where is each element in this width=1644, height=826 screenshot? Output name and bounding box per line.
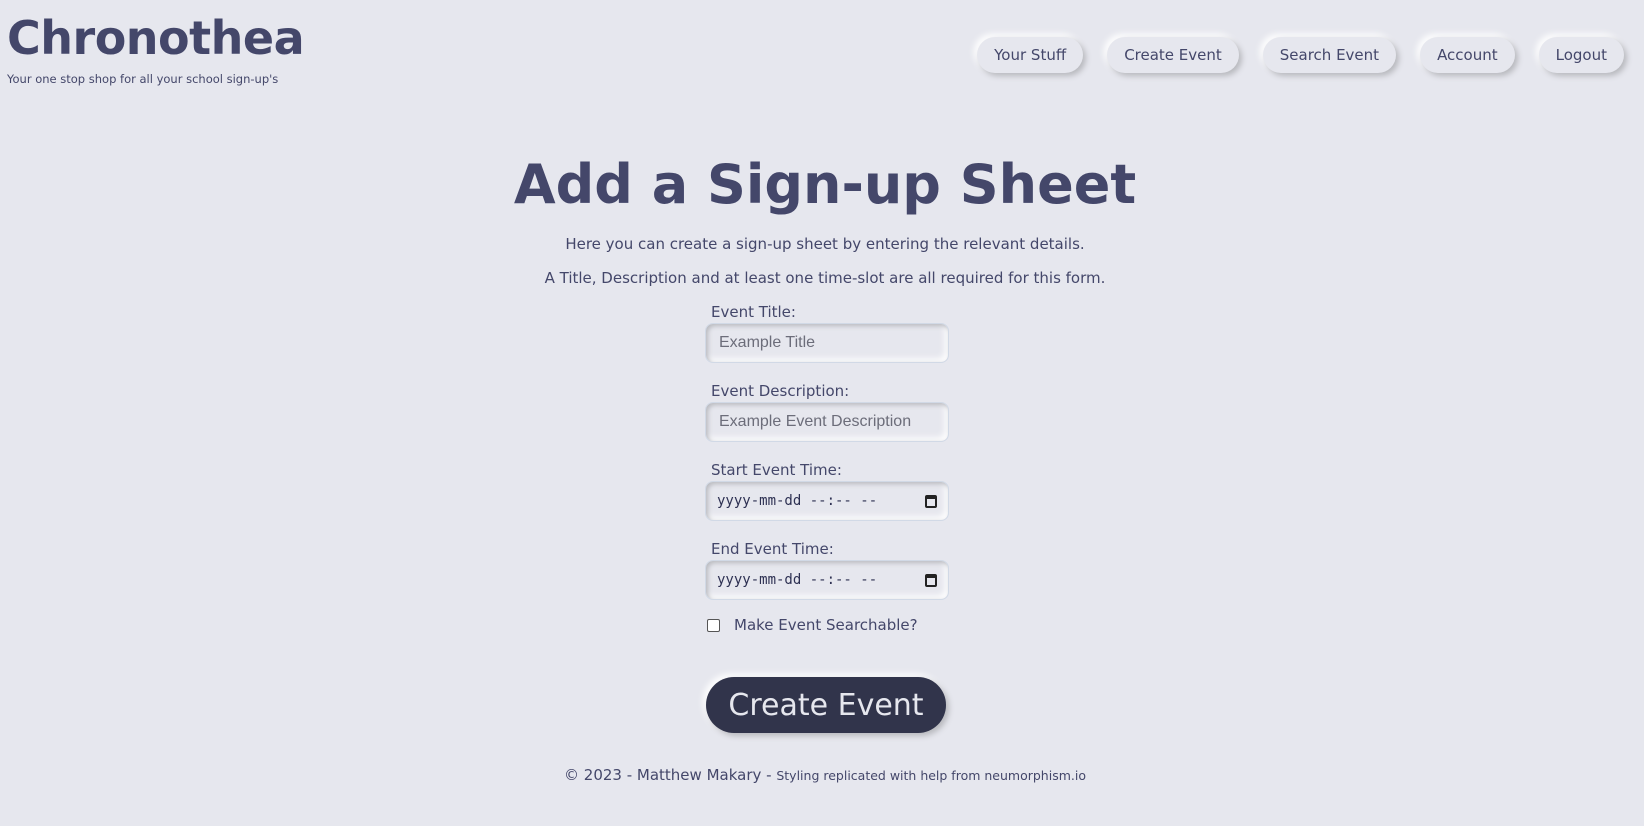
nav-search-event-button[interactable]: Search Event: [1262, 37, 1397, 73]
footer-credit: Styling replicated with help from neumor…: [776, 768, 1086, 783]
brand: Chronothea Your one stop shop for all yo…: [7, 8, 305, 86]
event-description-field: [705, 402, 949, 442]
event-title-field: [705, 323, 949, 363]
nav-account-button[interactable]: Account: [1420, 37, 1515, 73]
start-time-input[interactable]: yyyy-mm-dd --:-- --: [705, 481, 949, 521]
intro-text: Here you can create a sign-up sheet by e…: [565, 235, 1085, 253]
searchable-row: Make Event Searchable?: [707, 616, 955, 634]
description-group: Event Description:: [705, 381, 955, 442]
page-title: Add a Sign-up Sheet: [513, 153, 1137, 216]
site-title: Chronothea: [7, 11, 305, 65]
create-event-submit-button[interactable]: Create Event: [706, 677, 946, 733]
calendar-icon[interactable]: [925, 494, 937, 508]
create-event-form: Event Title: Event Description: Start Ev…: [705, 302, 955, 634]
footer: © 2023 - Matthew Makary - Styling replic…: [0, 766, 1644, 784]
requirements-text: A Title, Description and at least one ti…: [544, 269, 1106, 287]
main-content: Add a Sign-up Sheet Here you can create …: [0, 150, 1644, 288]
footer-copyright: © 2023 - Matthew Makary -: [564, 766, 772, 784]
title-group: Event Title:: [705, 302, 955, 363]
event-title-input[interactable]: [717, 333, 937, 353]
nav-create-event-button[interactable]: Create Event: [1107, 37, 1239, 73]
nav-logout-button[interactable]: Logout: [1538, 37, 1624, 73]
main-nav: Your Stuff Create Event Search Event Acc…: [977, 37, 1624, 73]
nav-your-stuff-button[interactable]: Your Stuff: [977, 37, 1084, 73]
searchable-label: Make Event Searchable?: [734, 616, 918, 634]
start-time-value: yyyy-mm-dd --:-- --: [717, 493, 878, 509]
event-description-input[interactable]: [717, 412, 937, 432]
end-time-group: End Event Time: yyyy-mm-dd --:-- --: [705, 539, 955, 600]
end-time-label: End Event Time:: [711, 540, 834, 558]
event-title-label: Event Title:: [711, 303, 796, 321]
calendar-icon[interactable]: [925, 573, 937, 587]
event-description-label: Event Description:: [711, 382, 850, 400]
site-tagline: Your one stop shop for all your school s…: [7, 72, 279, 86]
end-time-input[interactable]: yyyy-mm-dd --:-- --: [705, 560, 949, 600]
start-time-label: Start Event Time:: [711, 461, 842, 479]
end-time-value: yyyy-mm-dd --:-- --: [717, 572, 878, 588]
searchable-checkbox[interactable]: [707, 618, 720, 632]
start-time-group: Start Event Time: yyyy-mm-dd --:-- --: [705, 460, 955, 521]
